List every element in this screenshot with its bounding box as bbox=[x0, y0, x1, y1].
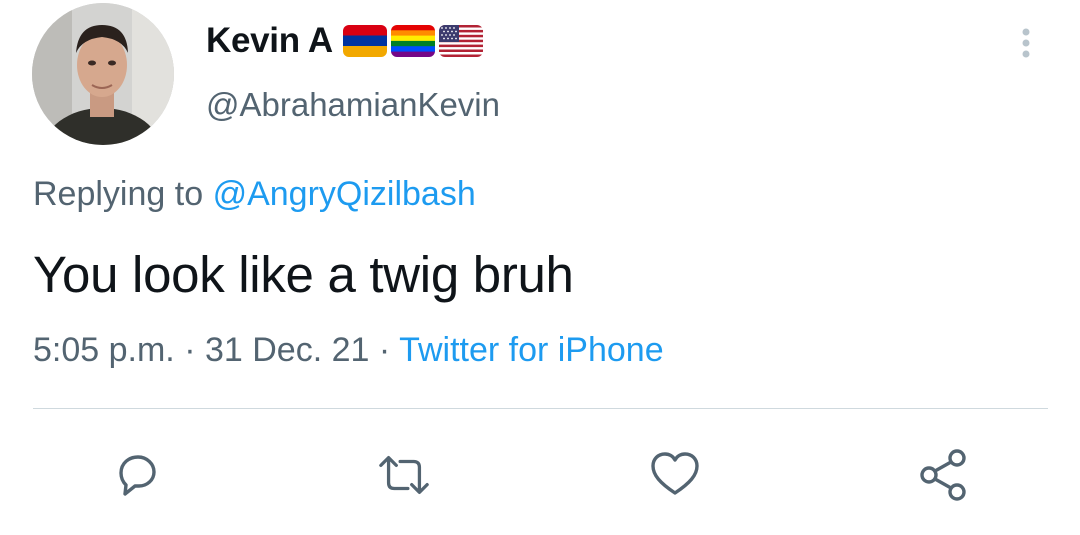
tweet-text: You look like a twig bruh bbox=[33, 246, 574, 303]
share-button[interactable] bbox=[917, 448, 971, 502]
replying-to-prefix: Replying to bbox=[33, 175, 204, 213]
replying-to: Replying to @AngryQizilbash bbox=[33, 175, 476, 214]
tweet-time[interactable]: 5:05 p.m. bbox=[33, 331, 175, 369]
armenia-flag-icon bbox=[342, 25, 387, 57]
meta-separator: · bbox=[378, 331, 391, 369]
share-icon bbox=[920, 449, 966, 501]
usa-flag-icon bbox=[438, 25, 483, 57]
tweet-date[interactable]: 31 Dec. 21 bbox=[205, 331, 369, 369]
meta-separator: · bbox=[184, 331, 196, 369]
retweet-icon bbox=[379, 456, 429, 494]
avatar[interactable] bbox=[32, 3, 174, 145]
heart-icon bbox=[651, 452, 699, 495]
rainbow-flag-icon bbox=[390, 25, 435, 57]
display-name[interactable]: Kevin A bbox=[206, 21, 333, 61]
user-name-row: Kevin A bbox=[206, 18, 483, 64]
tweet-source-link[interactable]: Twitter for iPhone bbox=[399, 331, 664, 369]
retweet-button[interactable] bbox=[377, 448, 431, 502]
user-handle[interactable]: @AbrahamianKevin bbox=[206, 86, 500, 124]
divider bbox=[33, 408, 1048, 409]
reply-button[interactable] bbox=[110, 448, 164, 502]
more-options-icon[interactable] bbox=[1012, 26, 1040, 66]
reply-mention-link[interactable]: @AngryQizilbash bbox=[213, 175, 476, 213]
avatar-photo bbox=[32, 3, 174, 145]
reply-icon bbox=[119, 455, 156, 496]
like-button[interactable] bbox=[648, 448, 702, 502]
tweet-meta: 5:05 p.m. · 31 Dec. 21 · Twitter for iPh… bbox=[33, 331, 664, 370]
flag-emojis bbox=[342, 25, 483, 57]
